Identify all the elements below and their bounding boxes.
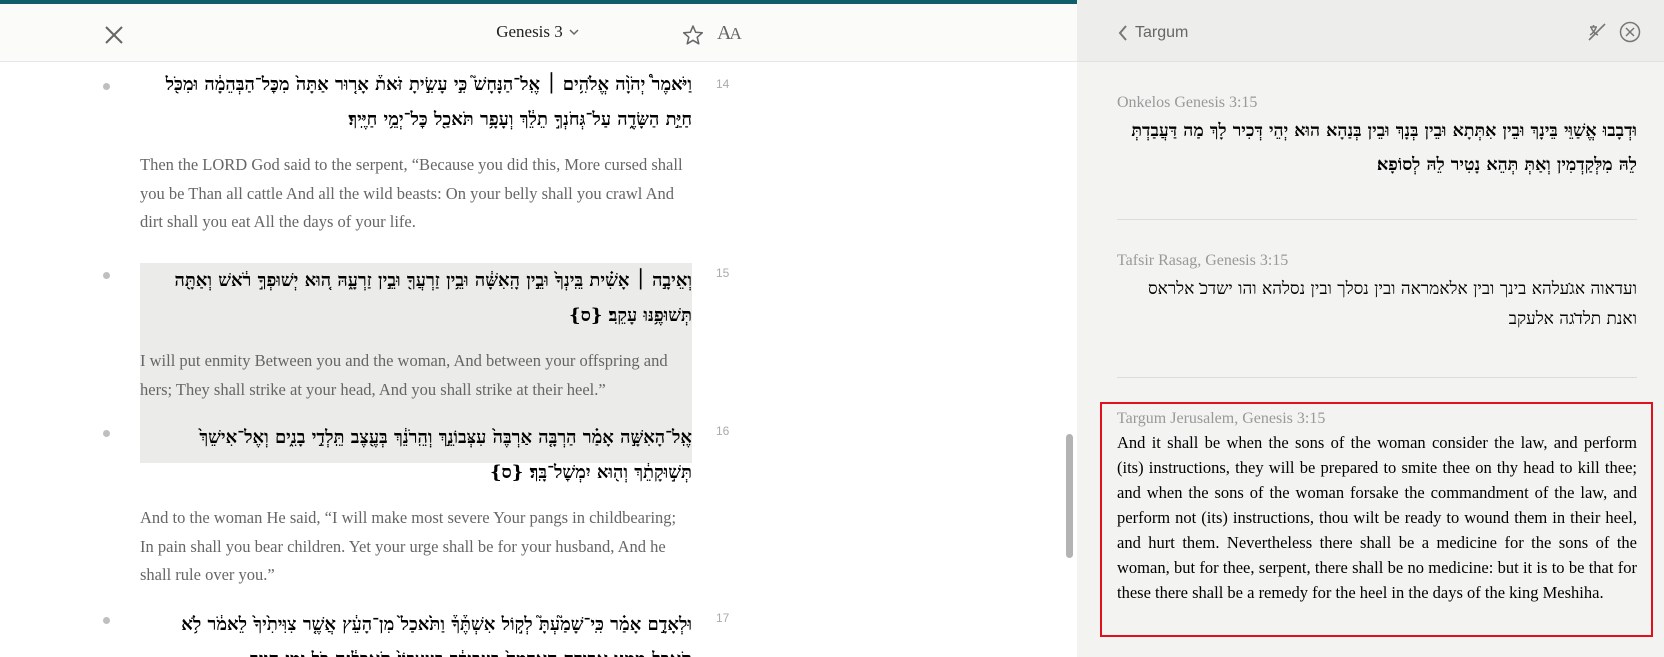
verse-number: 14 <box>716 77 730 91</box>
chapter-title-dropdown[interactable]: Genesis 3 <box>0 22 1077 42</box>
verse-number: 17 <box>716 611 730 625</box>
verse-marker <box>103 272 110 279</box>
back-button[interactable]: Targum <box>1117 22 1188 44</box>
verse-english: And to the woman He said, “I will make m… <box>140 508 677 584</box>
result-divider <box>1117 219 1637 220</box>
verse-number: 15 <box>716 266 730 280</box>
verse-marker <box>103 617 110 624</box>
scrollbar-thumb[interactable] <box>1066 434 1073 558</box>
result-text: And it shall be when the sons of the wom… <box>1117 433 1637 602</box>
back-button-label: Targum <box>1135 24 1189 41</box>
verse-marker <box>103 430 110 437</box>
connection-result[interactable]: Onkelos Genesis 3:15 וּדְבָבוּ אֱשַׁוֵּי… <box>1117 92 1637 182</box>
reader-header: Genesis 3 AA <box>0 4 1077 62</box>
translation-off-icon[interactable] <box>1587 22 1607 42</box>
chevron-down-icon <box>569 29 579 36</box>
connection-result[interactable]: Tafsir Rasag, Genesis 3:15 ועדאוה אג̇עלה… <box>1117 250 1637 334</box>
text-column: 14 וַיֹּאמֶר֩ יְהֹוָ֨ה אֱלֹהִ֥ים ׀ אֶֽל־… <box>0 63 1060 657</box>
verse-segment[interactable]: וַיֹּאמֶר֩ יְהֹוָ֨ה אֱלֹהִ֥ים ׀ אֶֽל־הַנ… <box>140 67 692 237</box>
font-button-small-label: A <box>729 24 741 43</box>
connections-header: Targum <box>1077 0 1664 62</box>
star-icon[interactable] <box>682 24 704 46</box>
reader-pane: Genesis 3 AA 14 וַיֹּאמֶר֩ יְהֹוָ֨ה אֱלֹ… <box>0 0 1077 657</box>
result-title: Targum Jerusalem, Genesis 3:15 <box>1117 410 1326 427</box>
verse-english: Then the LORD God said to the serpent, “… <box>140 155 683 231</box>
font-button-large-label: A <box>717 22 732 44</box>
result-title: Onkelos Genesis 3:15 <box>1117 94 1258 111</box>
result-title: Tafsir Rasag, Genesis 3:15 <box>1117 252 1289 269</box>
result-divider <box>1117 377 1637 378</box>
close-circle-icon[interactable] <box>1619 21 1641 43</box>
verse-segment[interactable]: אֶֽל־הָאִשָּׁ֣ה אָמַ֗ר הַרְבָּ֤ה אַרְבֶּ… <box>140 420 692 590</box>
chapter-title: Genesis 3 <box>496 22 563 41</box>
verse-marker <box>103 83 110 90</box>
verse-hebrew: וְאֵיבָ֣ה ׀ אָשִׁ֗ית בֵּֽינְךָ֙ וּבֵ֣ין … <box>174 270 692 326</box>
result-text: וּדְבָבוּ אֱשַׁוֵּי בֵּינָךְ וּבֵין אִתְ… <box>1131 121 1637 175</box>
verse-english: I will put enmity Between you and the wo… <box>140 351 668 399</box>
verse-hebrew: וּלְאָדָ֣ם אָמַ֗ר כִּֽי־שָׁמַ֮עְתָּ֮ לְק… <box>181 614 692 657</box>
result-text: ועדאוה אג̇עלהא בינך ובין אלאמראה ובין נס… <box>1147 279 1637 329</box>
verse-number: 16 <box>716 424 730 438</box>
chevron-left-icon <box>1118 25 1127 41</box>
verse-segment[interactable]: וּלְאָדָ֣ם אָמַ֗ר כִּֽי־שָׁמַ֮עְתָּ֮ לְק… <box>140 607 692 657</box>
verse-hebrew: וַיֹּאמֶר֩ יְהֹוָ֨ה אֱלֹהִ֥ים ׀ אֶֽל־הַנ… <box>165 74 692 130</box>
connections-pane: Targum Onkelos Genesis 3:15 וּדְבָבוּ אֱ… <box>1077 0 1664 657</box>
font-size-icon[interactable]: AA <box>717 22 742 45</box>
connection-result-selected[interactable]: Targum Jerusalem, Genesis 3:15 And it sh… <box>1117 408 1637 605</box>
verse-hebrew: אֶֽל־הָאִשָּׁ֣ה אָמַ֗ר הַרְבָּ֤ה אַרְבֶּ… <box>199 427 692 483</box>
